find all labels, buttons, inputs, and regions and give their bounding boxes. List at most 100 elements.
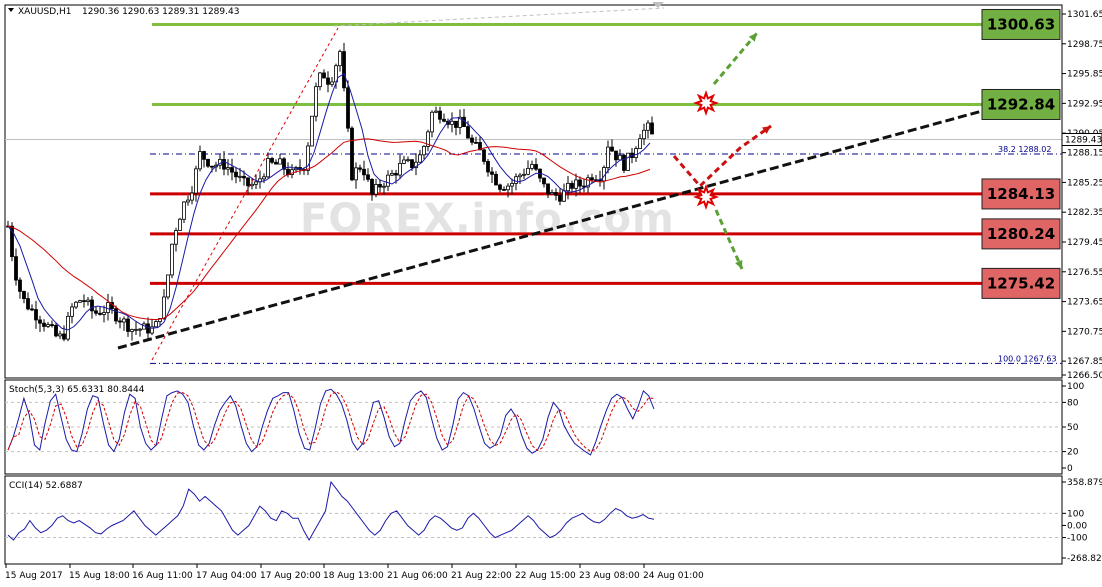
candle-body xyxy=(450,120,454,125)
candle-body xyxy=(78,300,82,303)
candle-body xyxy=(642,129,646,140)
candle-body xyxy=(162,296,166,319)
candle-body xyxy=(250,183,254,187)
candle-body xyxy=(274,161,278,165)
price-tick-label: 1270.75 xyxy=(1067,327,1102,337)
price-tick-label: 1273.65 xyxy=(1067,298,1102,308)
breakdown-burst-icon xyxy=(692,183,720,211)
candle-body xyxy=(346,87,350,129)
candle-body xyxy=(18,279,22,292)
current-price-label: 1289.43 xyxy=(1065,136,1102,146)
candle-body xyxy=(234,171,238,178)
candle-body xyxy=(166,274,170,298)
candle-body xyxy=(118,320,122,323)
candle-body xyxy=(354,167,358,181)
candle-body xyxy=(254,181,258,185)
price-tick-label: 1285.25 xyxy=(1067,178,1102,188)
candle-body xyxy=(262,176,266,180)
level-label: 1275.42 xyxy=(987,274,1055,292)
candle-body xyxy=(230,167,234,173)
candle-body xyxy=(318,72,322,88)
price-tick-label: 1295.85 xyxy=(1067,70,1102,80)
candle-body xyxy=(134,328,138,331)
candle-body xyxy=(146,323,150,334)
candle-body xyxy=(526,167,530,175)
candle-body xyxy=(182,201,186,220)
candle-body xyxy=(394,172,398,176)
candle-body xyxy=(170,243,174,276)
candle-body xyxy=(326,77,330,85)
candle-body xyxy=(310,115,314,147)
candle-body xyxy=(550,192,554,195)
candle-body xyxy=(566,182,570,192)
candle-body xyxy=(278,158,282,165)
candle-body xyxy=(454,120,458,128)
time-tick-label: 15 Aug 18:00 xyxy=(69,571,130,581)
chart-canvas: XAUUSD,H1 1290.36 1290.63 1289.31 1289.4… xyxy=(0,0,1102,583)
candle-body xyxy=(106,302,110,313)
candle-body xyxy=(102,312,106,315)
candle-body xyxy=(390,172,394,176)
ohlc-header: 1290.36 1290.63 1289.31 1289.43 xyxy=(82,7,239,17)
candle-body xyxy=(474,141,478,144)
candle-body xyxy=(206,158,210,167)
price-tick-label: 1276.55 xyxy=(1067,268,1102,278)
price-tick-label: 1292.95 xyxy=(1067,99,1102,109)
candle-body xyxy=(358,167,362,170)
candle-body xyxy=(482,149,486,162)
candle-body xyxy=(514,176,518,184)
candle-body xyxy=(322,72,326,79)
candle-body xyxy=(622,154,626,171)
candle-body xyxy=(534,164,538,170)
candle-body xyxy=(138,328,142,331)
candle-body xyxy=(418,154,422,163)
candle-body xyxy=(366,174,370,180)
candle-body xyxy=(58,333,62,337)
candle-body xyxy=(350,127,354,181)
stoch-tick-label: 20 xyxy=(1067,448,1079,458)
level-label: 1284.13 xyxy=(987,185,1055,203)
candle-body xyxy=(386,174,390,187)
price-tick-label: 1266.50 xyxy=(1067,371,1102,381)
candle-body xyxy=(530,164,534,169)
stoch-tick-label: 100 xyxy=(1067,382,1084,392)
candle-body xyxy=(74,301,78,308)
candle-body xyxy=(518,174,522,178)
candle-body xyxy=(30,308,34,311)
time-tick-label: 23 Aug 08:00 xyxy=(579,571,640,581)
candle-body xyxy=(34,309,38,321)
candle-body xyxy=(610,146,614,152)
candle-body xyxy=(270,158,274,163)
candle-body xyxy=(246,177,250,187)
candle-body xyxy=(14,256,18,281)
candle-body xyxy=(178,218,182,231)
candle-body xyxy=(558,194,562,202)
candle-body xyxy=(70,306,74,317)
candle-body xyxy=(510,183,514,187)
candle-body xyxy=(226,167,230,170)
fib-label: 100.0 1267.63 xyxy=(998,354,1057,363)
candle-body xyxy=(222,159,226,170)
candle-body xyxy=(382,185,386,188)
candle-body xyxy=(438,110,442,120)
candle-body xyxy=(378,184,382,188)
candle-body xyxy=(614,150,618,161)
chart: XAUUSD,H1 1290.36 1290.63 1289.31 1289.4… xyxy=(0,0,1102,583)
cci-tick-label: 358.8794 xyxy=(1067,478,1102,488)
cci-tick-label: -100 xyxy=(1067,534,1088,544)
time-tick-label: 22 Aug 15:00 xyxy=(515,571,576,581)
stoch-tick-label: 50 xyxy=(1067,423,1079,433)
candle-body xyxy=(130,329,134,332)
candle-body xyxy=(330,81,334,85)
candle-body xyxy=(506,185,510,191)
candle-body xyxy=(546,183,550,195)
candle-body xyxy=(50,324,54,327)
price-tick-label: 1298.75 xyxy=(1067,40,1102,50)
candle-body xyxy=(466,126,470,139)
candle-body xyxy=(42,322,46,327)
candle-body xyxy=(498,184,502,190)
price-tick-label: 1288.15 xyxy=(1067,149,1102,159)
candle-body xyxy=(542,177,546,185)
time-tick-label: 16 Aug 11:00 xyxy=(132,571,193,581)
candle-body xyxy=(470,137,474,143)
